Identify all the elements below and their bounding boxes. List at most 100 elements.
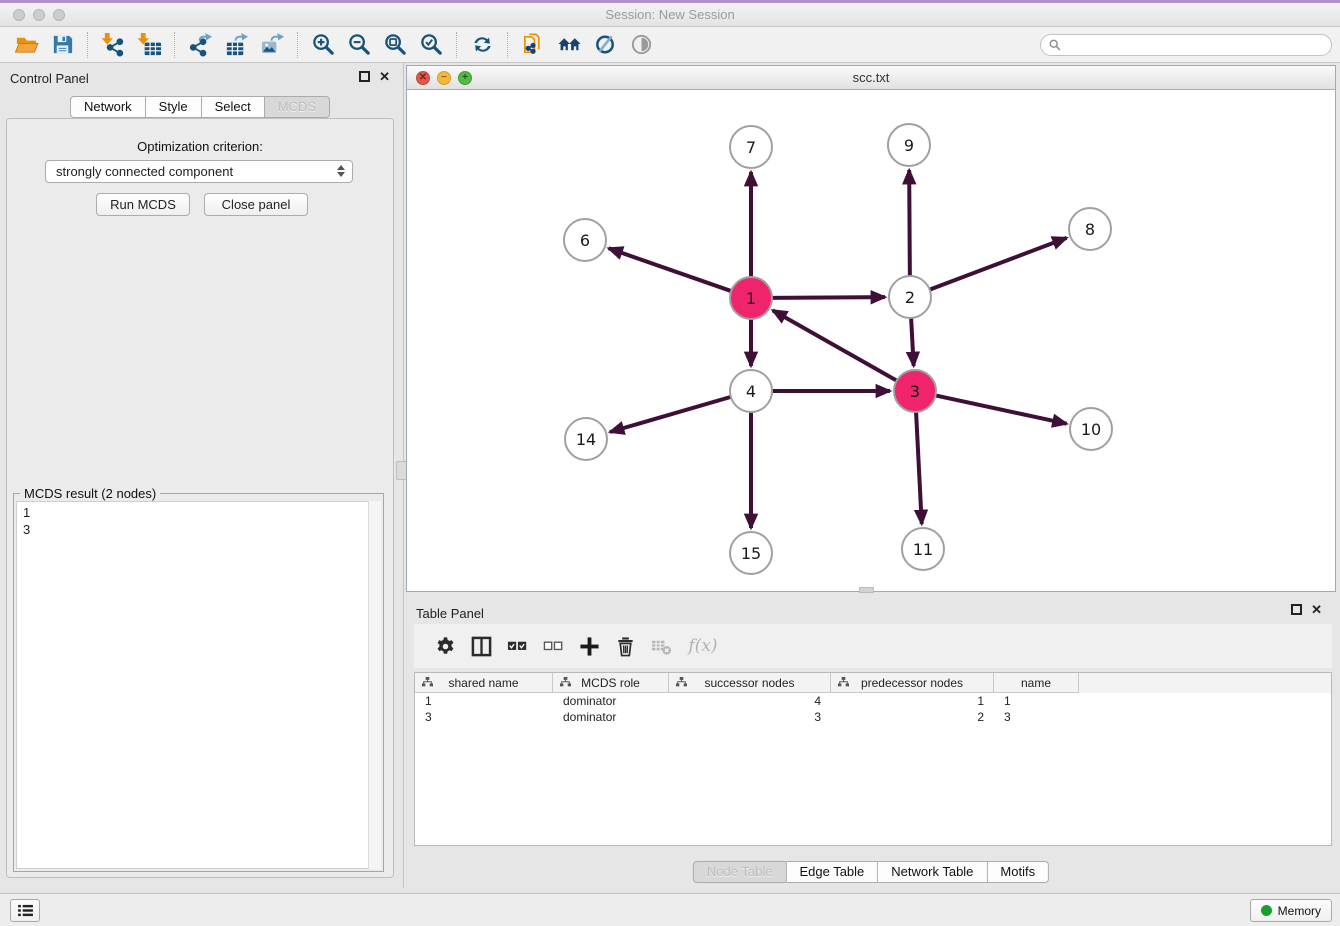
table-tab-node-table[interactable]: Node Table [693,861,787,883]
memory-status-icon [1261,905,1272,916]
table-cell[interactable]: 3 [994,709,1079,725]
table-cell[interactable]: dominator [553,693,669,709]
zoom-in-button[interactable] [305,30,341,60]
table-cell[interactable]: 1 [415,693,553,709]
table-row[interactable]: 1dominator411 [415,693,1331,709]
zoom-fit-button[interactable] [377,30,413,60]
table-header-row: shared nameMCDS rolesuccessor nodesprede… [415,673,1331,693]
export-network-button[interactable] [182,30,218,60]
add-row-button[interactable] [574,632,604,660]
network-window-titlebar[interactable]: ✕ − + scc.txt [407,66,1335,90]
edge-2-8[interactable] [930,238,1067,290]
mcds-result-group: MCDS result (2 nodes) 1 3 [13,493,384,872]
tab-style[interactable]: Style [146,96,202,118]
columns-button[interactable] [466,632,496,660]
main-toolbar [0,27,1340,63]
column-header-predecessor-nodes[interactable]: predecessor nodes [831,673,994,693]
select-stepper-icon [337,165,345,177]
zoom-fit-icon [383,32,408,57]
memory-button[interactable]: Memory [1250,899,1332,922]
apply-layout-button[interactable] [464,30,500,60]
node-8[interactable]: 8 [1069,208,1111,250]
search-input[interactable] [1066,38,1323,52]
close-table-panel-icon[interactable]: ✕ [1311,604,1322,615]
float-table-panel-icon[interactable] [1291,604,1302,615]
zoom-selected-button[interactable] [413,30,449,60]
select-all-icon [507,636,528,657]
settings-button[interactable] [430,632,460,660]
table-cell[interactable]: 1 [831,693,994,709]
import-table-button[interactable] [131,30,167,60]
search-field[interactable] [1040,34,1332,56]
close-panel-button[interactable]: Close panel [204,193,308,216]
edge-3-11[interactable] [916,412,922,524]
show-panels-button[interactable] [10,899,40,922]
open-file-button[interactable] [8,30,44,60]
node-3[interactable]: 3 [894,370,936,412]
node-9[interactable]: 9 [888,124,930,166]
node-label: 2 [905,288,915,307]
network-graph[interactable]: 7 9 6 8 1 2 4 3 14 10 15 11 [407,90,1335,591]
network-canvas[interactable]: 7 9 6 8 1 2 4 3 14 10 15 11 [407,90,1335,591]
edge-3-10[interactable] [936,395,1067,423]
node-4[interactable]: 4 [730,370,772,412]
style-button[interactable] [587,30,623,60]
column-header-shared-name[interactable]: shared name [415,673,553,693]
edge-2-9[interactable] [909,170,910,276]
result-scrollbar[interactable] [368,501,381,869]
function-builder-icon: f(x) [688,636,717,656]
export-image-button[interactable] [254,30,290,60]
home-button[interactable] [551,30,587,60]
tab-select[interactable]: Select [202,96,265,118]
tab-mcds[interactable]: MCDS [265,96,330,118]
tab-network[interactable]: Network [70,96,146,118]
network-from-selection-button[interactable] [515,30,551,60]
save-session-button[interactable] [44,30,80,60]
table-cell[interactable]: dominator [553,709,669,725]
column-header-name[interactable]: name [994,673,1079,693]
deselect-all-button[interactable] [538,632,568,660]
table-tab-edge-table[interactable]: Edge Table [786,861,878,883]
table-row[interactable]: 3dominator323 [415,709,1331,725]
node-2[interactable]: 2 [889,276,931,318]
criterion-select[interactable]: strongly connected component [45,160,353,183]
column-type-icon [560,677,571,688]
column-header-MCDS-role[interactable]: MCDS role [553,673,669,693]
mcds-result-list[interactable]: 1 3 [16,501,381,869]
zoom-selected-icon [419,32,444,57]
edge-1-6[interactable] [609,248,732,291]
run-mcds-button[interactable]: Run MCDS [96,193,190,216]
node-14[interactable]: 14 [565,418,607,460]
edge-4-14[interactable] [610,397,731,432]
column-header-successor-nodes[interactable]: successor nodes [669,673,831,693]
float-panel-icon[interactable] [359,71,370,82]
select-all-button[interactable] [502,632,532,660]
canvas-splitter-grip[interactable] [859,587,874,593]
node-10[interactable]: 10 [1070,408,1112,450]
close-panel-icon[interactable]: ✕ [379,71,390,82]
table-tab-motifs[interactable]: Motifs [987,861,1049,883]
table-cell[interactable]: 3 [415,709,553,725]
toolbar-separator [297,32,298,58]
table-tab-network-table[interactable]: Network Table [878,861,987,883]
delete-row-button[interactable] [610,632,640,660]
import-network-button[interactable] [95,30,131,60]
edge-1-2[interactable] [772,297,885,298]
column-type-icon [422,677,433,688]
node-1[interactable]: 1 [730,277,772,319]
zoom-out-button[interactable] [341,30,377,60]
node-label: 11 [913,540,933,559]
table-cell[interactable]: 1 [994,693,1079,709]
export-table-button[interactable] [218,30,254,60]
edge-3-1[interactable] [773,310,897,380]
table-cell[interactable]: 3 [669,709,831,725]
import-table-icon [137,32,162,57]
node-6[interactable]: 6 [564,219,606,261]
node-15[interactable]: 15 [730,532,772,574]
edge-2-3[interactable] [911,318,914,366]
node-7[interactable]: 7 [730,126,772,168]
window-titlebar[interactable]: Session: New Session [0,3,1340,27]
table-cell[interactable]: 4 [669,693,831,709]
node-11[interactable]: 11 [902,528,944,570]
table-cell[interactable]: 2 [831,709,994,725]
